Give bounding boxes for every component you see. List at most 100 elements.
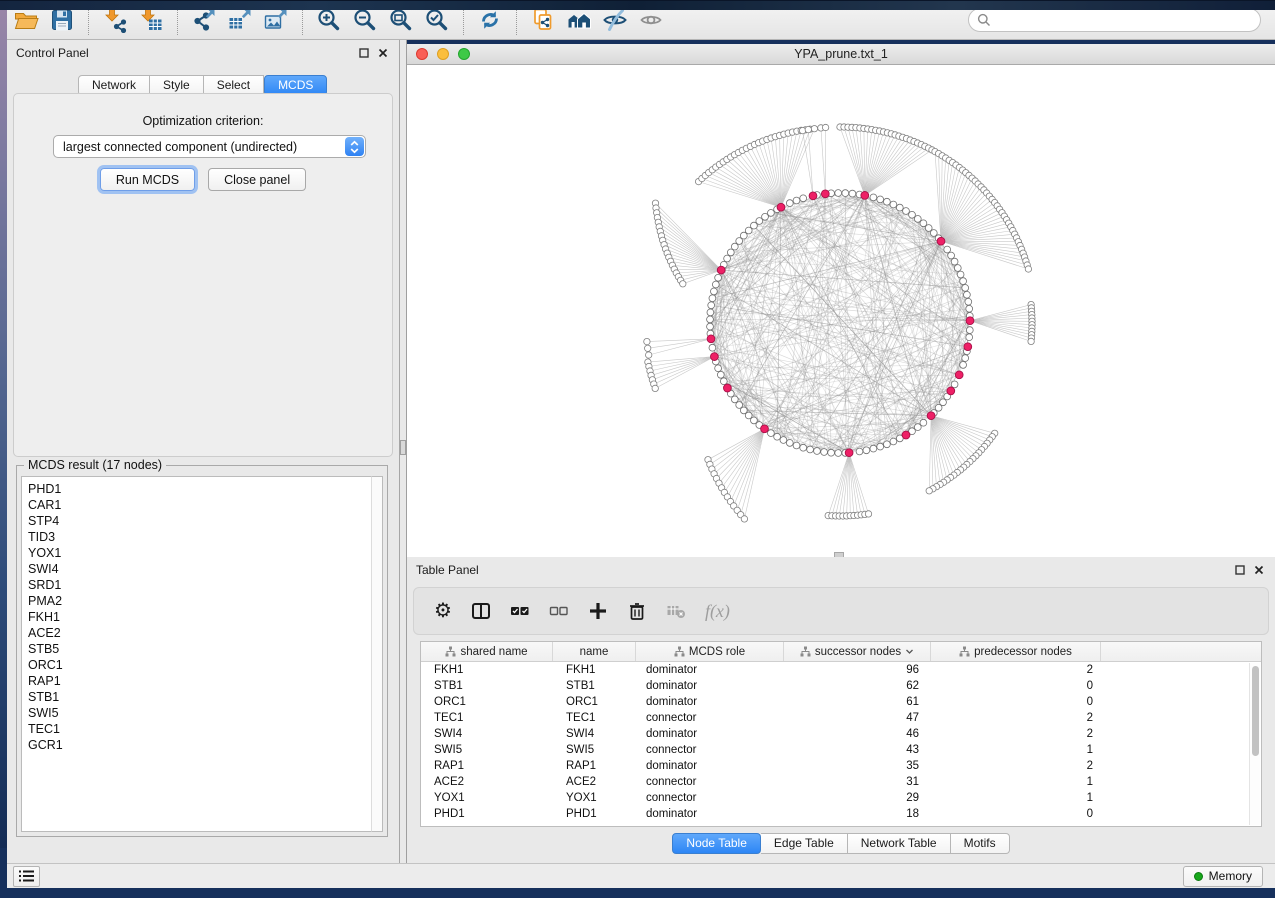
mcds-node-item[interactable]: STB5 — [28, 641, 371, 657]
select-all-columns-button[interactable] — [510, 601, 530, 621]
table-cell: 0 — [931, 806, 1101, 822]
panel-menu-button[interactable] — [13, 866, 40, 887]
table-row[interactable]: ACE2ACE2connector311 — [421, 774, 1261, 790]
table-scrollbar-thumb[interactable] — [1252, 666, 1259, 756]
status-bar: Memory — [7, 863, 1275, 888]
column-type-icon — [674, 646, 685, 657]
table-row[interactable]: YOX1YOX1connector291 — [421, 790, 1261, 806]
table-cell: 96 — [784, 662, 931, 678]
table-options-gear-icon: ⚙ — [434, 601, 452, 621]
table-tab-network-table[interactable]: Network Table — [848, 833, 951, 854]
show-columns-button[interactable] — [471, 601, 491, 621]
function-builder-icon: f(x) — [705, 601, 730, 622]
mcds-node-item[interactable]: ACE2 — [28, 625, 371, 641]
table-options-gear-button[interactable]: ⚙ — [434, 601, 452, 621]
table-cell: 47 — [784, 710, 931, 726]
table-tab-motifs[interactable]: Motifs — [951, 833, 1010, 854]
search-input[interactable] — [996, 10, 1260, 30]
deselect-all-columns-icon — [549, 601, 569, 621]
mcds-node-item[interactable]: YOX1 — [28, 545, 371, 561]
table-cell: SWI5 — [553, 742, 636, 758]
mcds-node-item[interactable]: PHD1 — [28, 481, 371, 497]
mcds-node-item[interactable]: FKH1 — [28, 609, 371, 625]
table-row[interactable]: PHD1PHD1dominator180 — [421, 806, 1261, 822]
table-row[interactable]: SWI5SWI5connector431 — [421, 742, 1261, 758]
mcds-node-item[interactable]: TEC1 — [28, 721, 371, 737]
table-cell: dominator — [636, 726, 784, 742]
desktop-wallpaper-left — [0, 0, 7, 848]
mcds-result-groupbox: MCDS result (17 nodes) PHD1CAR1STP4TID3Y… — [16, 465, 388, 837]
column-header-predecessor-nodes[interactable]: predecessor nodes — [931, 642, 1101, 661]
float-panel-icon[interactable] — [1235, 565, 1245, 575]
table-cell: STB1 — [421, 678, 553, 694]
select-all-columns-icon — [510, 601, 530, 621]
mcds-node-item[interactable]: RAP1 — [28, 673, 371, 689]
table-cell: dominator — [636, 694, 784, 710]
memory-status-dot — [1194, 872, 1203, 881]
table-cell: ACE2 — [553, 774, 636, 790]
table-tab-edge-table[interactable]: Edge Table — [761, 833, 848, 854]
table-row[interactable]: ORC1ORC1dominator610 — [421, 694, 1261, 710]
sort-desc-icon — [905, 647, 914, 656]
mcds-result-title: MCDS result (17 nodes) — [24, 458, 166, 472]
table-cell: 2 — [931, 662, 1101, 678]
add-column-button[interactable] — [588, 601, 608, 621]
mcds-result-list[interactable]: PHD1CAR1STP4TID3YOX1SWI4SRD1PMA2FKH1ACE2… — [21, 476, 371, 832]
close-panel-button[interactable]: Close panel — [208, 168, 306, 191]
table-cell: FKH1 — [553, 662, 636, 678]
list-icon — [19, 870, 34, 882]
table-cell: 46 — [784, 726, 931, 742]
optimization-criterion-select[interactable]: largest connected component (undirected) — [53, 135, 366, 158]
run-mcds-button[interactable]: Run MCDS — [100, 168, 195, 191]
table-row[interactable]: SWI4SWI4dominator462 — [421, 726, 1261, 742]
mcds-node-item[interactable]: ORC1 — [28, 657, 371, 673]
mcds-result-scrollbar[interactable] — [371, 476, 383, 832]
float-panel-icon[interactable] — [359, 48, 369, 58]
eye-slash-icon — [602, 7, 628, 33]
search-icon — [977, 13, 991, 27]
table-row[interactable]: STB1STB1dominator620 — [421, 678, 1261, 694]
memory-button[interactable]: Memory — [1183, 866, 1263, 887]
close-panel-icon[interactable] — [1254, 565, 1264, 575]
table-row[interactable]: TEC1TEC1connector472 — [421, 710, 1261, 726]
table-tab-node-table[interactable]: Node Table — [672, 833, 761, 854]
column-header-shared-name[interactable]: shared name — [421, 642, 553, 661]
table-scrollbar[interactable] — [1249, 663, 1260, 825]
mcds-node-item[interactable]: PMA2 — [28, 593, 371, 609]
mcds-node-item[interactable]: CAR1 — [28, 497, 371, 513]
table-cell: dominator — [636, 758, 784, 774]
mcds-node-item[interactable]: GCR1 — [28, 737, 371, 753]
column-header-MCDS-role[interactable]: MCDS role — [636, 642, 784, 661]
open-icon — [13, 7, 39, 33]
table-cell: PHD1 — [553, 806, 636, 822]
table-cell: 2 — [931, 710, 1101, 726]
mcds-node-item[interactable]: SWI5 — [28, 705, 371, 721]
mcds-node-item[interactable]: STB1 — [28, 689, 371, 705]
add-column-icon — [588, 601, 608, 621]
mcds-node-item[interactable]: STP4 — [28, 513, 371, 529]
table-row[interactable]: RAP1RAP1dominator352 — [421, 758, 1261, 774]
network-graph[interactable] — [407, 65, 1273, 555]
table-cell: dominator — [636, 662, 784, 678]
vertical-splitter[interactable] — [400, 40, 407, 863]
mcds-node-item[interactable]: TID3 — [28, 529, 371, 545]
mcds-node-item[interactable]: SWI4 — [28, 561, 371, 577]
deselect-all-columns-button[interactable] — [549, 601, 569, 621]
delete-column-button[interactable] — [627, 601, 647, 621]
close-panel-icon[interactable] — [378, 48, 388, 58]
table-cell: TEC1 — [421, 710, 553, 726]
column-header-successor-nodes[interactable]: successor nodes — [784, 642, 931, 661]
refresh-icon — [477, 7, 503, 33]
table-toolbar: ⚙ f(x) — [413, 587, 1269, 635]
table-row[interactable]: FKH1FKH1dominator962 — [421, 662, 1261, 678]
column-header-name[interactable]: name — [553, 642, 636, 661]
table-cell: 0 — [931, 694, 1101, 710]
network-window-titlebar[interactable]: YPA_prune.txt_1 — [407, 44, 1275, 65]
column-type-icon — [445, 646, 456, 657]
table-cell: STB1 — [553, 678, 636, 694]
network-canvas[interactable] — [407, 65, 1275, 557]
mcds-node-item[interactable]: SRD1 — [28, 577, 371, 593]
zoom-out-icon — [352, 7, 378, 33]
table-cell: YOX1 — [553, 790, 636, 806]
vertical-splitter-handle[interactable] — [400, 440, 406, 455]
